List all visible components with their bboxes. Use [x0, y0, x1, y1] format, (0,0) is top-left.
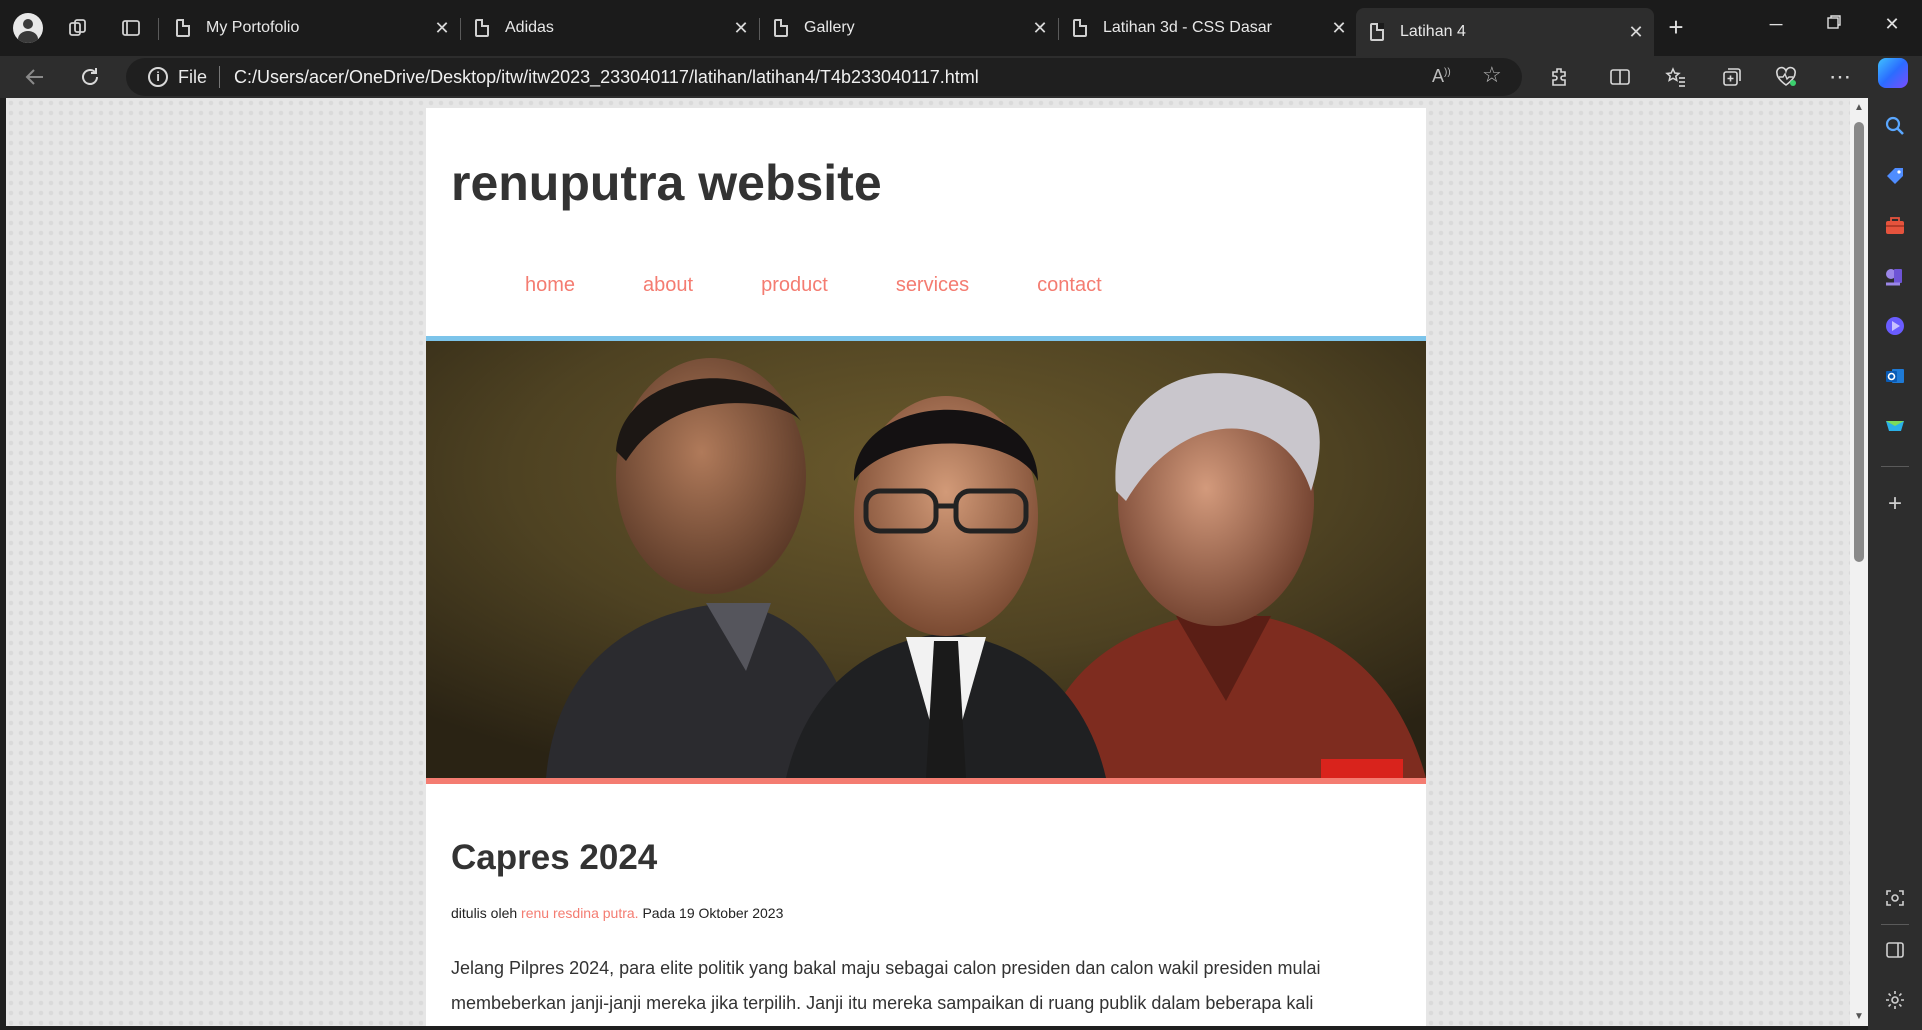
drop-send-icon[interactable] [1881, 412, 1909, 440]
page-icon [475, 19, 489, 37]
edge-sidebar: + [1868, 98, 1922, 1030]
tab-actions-icon[interactable] [115, 12, 147, 44]
address-bar[interactable]: i File C:/Users/acer/OneDrive/Desktop/it… [126, 58, 1522, 96]
more-options-icon[interactable]: ⋯ [1824, 62, 1856, 92]
refresh-button[interactable] [73, 60, 107, 94]
close-icon[interactable]: ✕ [1325, 18, 1353, 39]
read-aloud-icon[interactable]: A)) [1432, 66, 1451, 87]
copilot-icon[interactable] [1878, 58, 1908, 88]
menu-item-home[interactable]: home [525, 274, 575, 297]
menu-item-product[interactable]: product [761, 274, 828, 297]
page-viewport: renuputra website home about product ser… [6, 98, 1850, 1026]
site-title: renuputra website [451, 155, 882, 211]
tab-strip: My Portofolio ✕ Adidas ✕ Gallery ✕ Latih… [0, 0, 1922, 56]
menu-item-services[interactable]: services [896, 274, 969, 297]
settings-gear-icon[interactable] [1881, 986, 1909, 1014]
page-icon [1073, 19, 1087, 37]
new-tab-button[interactable]: + [1660, 12, 1692, 44]
workspaces-icon[interactable] [62, 12, 94, 44]
main-menu: home about product services contact [525, 274, 1102, 297]
back-button[interactable] [18, 60, 52, 94]
scroll-up-arrow-icon[interactable]: ▲ [1853, 102, 1865, 113]
hero-banner-image [426, 336, 1426, 784]
browser-toolbar: i File C:/Users/acer/OneDrive/Desktop/it… [0, 56, 1922, 98]
tab-gallery[interactable]: Gallery ✕ [760, 8, 1058, 48]
tab-my-portofolio[interactable]: My Portofolio ✕ [162, 8, 460, 48]
games-icon[interactable] [1881, 262, 1909, 290]
copilot-designer-icon[interactable] [1881, 312, 1909, 340]
article-byline: ditulis oleh renu resdina putra. Pada 19… [451, 905, 784, 921]
article-body: Jelang Pilpres 2024, para elite politik … [451, 958, 1321, 1013]
outlook-icon[interactable] [1881, 362, 1909, 390]
menu-item-contact[interactable]: contact [1037, 274, 1101, 297]
website-container: renuputra website home about product ser… [426, 108, 1426, 1026]
add-sidebar-app-icon[interactable]: + [1881, 490, 1909, 518]
site-info-icon[interactable]: i [148, 67, 168, 87]
close-icon[interactable]: ✕ [1622, 22, 1650, 43]
close-icon[interactable]: ✕ [727, 18, 755, 39]
url-text[interactable]: C:/Users/acer/OneDrive/Desktop/itw/itw20… [234, 67, 979, 88]
author-link[interactable]: renu resdina putra. [521, 905, 639, 921]
close-icon[interactable]: ✕ [428, 18, 456, 39]
page-icon [1370, 23, 1384, 41]
favorite-star-icon[interactable]: ☆ [1482, 62, 1502, 88]
browser-essentials-icon[interactable] [1770, 62, 1802, 92]
profile-avatar-icon[interactable] [12, 12, 44, 44]
close-window-button[interactable]: ✕ [1872, 14, 1912, 35]
favorites-icon[interactable] [1660, 62, 1692, 92]
menu-item-about[interactable]: about [643, 274, 693, 297]
tab-latihan-3d[interactable]: Latihan 3d - CSS Dasar ✕ [1059, 8, 1357, 48]
collections-icon[interactable] [1716, 62, 1748, 92]
hero-illustration [426, 341, 1426, 778]
page-scrollbar[interactable]: ▲ ▼ [1850, 98, 1868, 1026]
restore-button[interactable] [1814, 14, 1854, 35]
hide-sidebar-icon[interactable] [1881, 936, 1909, 964]
minimize-button[interactable]: ─ [1756, 14, 1796, 35]
shopping-tag-icon[interactable] [1881, 162, 1909, 190]
split-screen-icon[interactable] [1604, 62, 1636, 92]
scroll-down-arrow-icon[interactable]: ▼ [1853, 1011, 1865, 1022]
search-icon[interactable] [1881, 112, 1909, 140]
tools-briefcase-icon[interactable] [1881, 212, 1909, 240]
article-title: Capres 2024 [451, 838, 658, 877]
scroll-thumb[interactable] [1854, 122, 1864, 562]
close-icon[interactable]: ✕ [1026, 18, 1054, 39]
extensions-icon[interactable] [1544, 62, 1576, 92]
tab-latihan-4[interactable]: Latihan 4 ✕ [1356, 8, 1654, 56]
tab-adidas[interactable]: Adidas ✕ [461, 8, 759, 48]
page-icon [176, 19, 190, 37]
screenshot-icon[interactable] [1881, 884, 1909, 912]
page-icon [774, 19, 788, 37]
